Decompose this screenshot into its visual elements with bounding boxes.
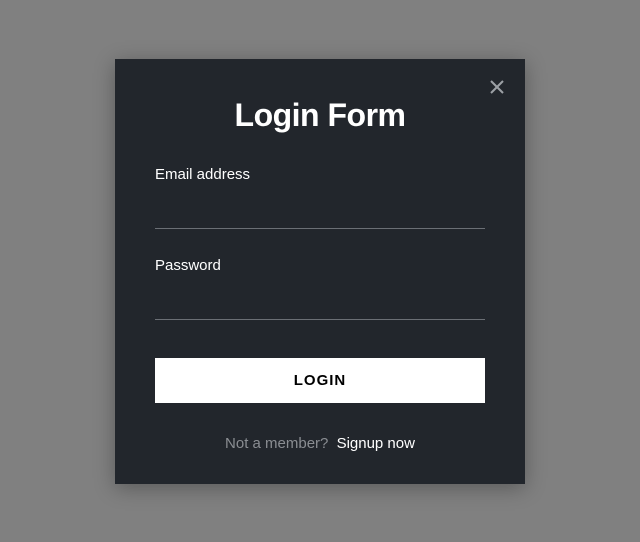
email-field-group: Email address — [155, 166, 485, 229]
login-modal: Login Form Email address Password LOGIN … — [115, 59, 525, 484]
close-icon[interactable] — [487, 77, 507, 97]
email-input[interactable] — [155, 191, 485, 229]
password-label: Password — [155, 257, 485, 274]
password-field-group: Password — [155, 257, 485, 320]
signup-link[interactable]: Signup now — [337, 435, 415, 452]
login-button[interactable]: LOGIN — [155, 358, 485, 403]
modal-title: Login Form — [155, 97, 485, 134]
signup-footer: Not a member? Signup now — [155, 435, 485, 452]
signup-prompt: Not a member? — [225, 435, 328, 452]
email-label: Email address — [155, 166, 485, 183]
password-input[interactable] — [155, 282, 485, 320]
